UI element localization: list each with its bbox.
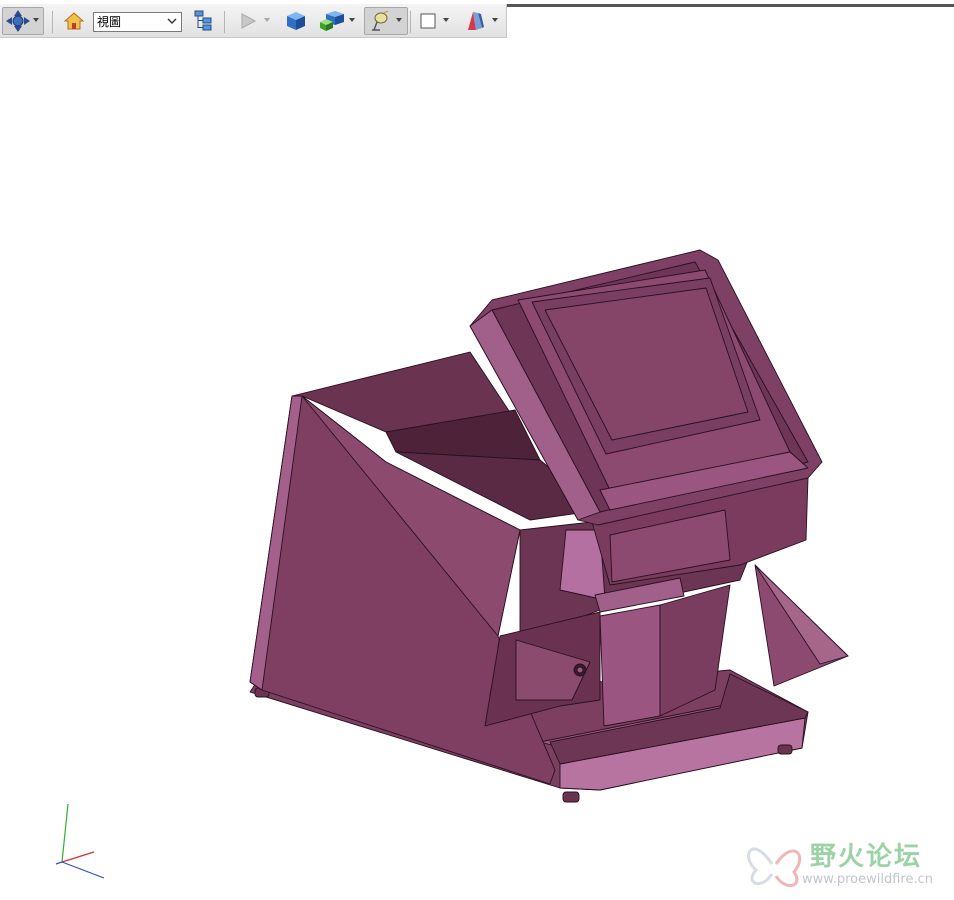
chevron-down-icon xyxy=(167,18,177,24)
stand-column xyxy=(599,604,661,727)
toolbar-separator xyxy=(410,11,411,33)
shading-button[interactable] xyxy=(284,7,308,35)
background-dropdown-caret[interactable] xyxy=(443,18,449,22)
display-style-button[interactable] xyxy=(318,7,346,35)
toolbar-separator xyxy=(224,11,225,33)
display-square-icon xyxy=(420,13,436,29)
graphics-toolbar: 視圖 xyxy=(0,4,507,38)
window-top-border xyxy=(506,4,954,7)
home-view-button[interactable] xyxy=(62,7,86,35)
move-orient-icon xyxy=(6,10,30,32)
foot xyxy=(562,791,580,803)
appearance-icon xyxy=(468,12,484,30)
lamp-icon xyxy=(372,10,389,31)
coordinate-triad xyxy=(55,803,105,879)
watermark-title: 野火论坛 xyxy=(810,842,923,872)
model-tree-button[interactable] xyxy=(191,7,215,35)
display-style-dropdown-caret[interactable] xyxy=(349,18,355,22)
shaded-cube-icon xyxy=(287,12,305,30)
pos-terminal-model xyxy=(249,249,849,803)
play-button[interactable] xyxy=(236,7,260,35)
background-button[interactable] xyxy=(417,7,439,35)
appearance-button[interactable] xyxy=(463,7,487,35)
foot xyxy=(777,744,793,755)
butterfly-logo-icon xyxy=(747,847,802,887)
saved-view-select[interactable]: 視圖 xyxy=(93,12,182,32)
home-icon xyxy=(64,12,84,30)
play-dropdown-caret[interactable] xyxy=(264,18,270,22)
play-icon xyxy=(241,13,257,29)
assembly-cubes-icon xyxy=(320,11,344,31)
forum-watermark: 野火论坛 www.proewildfire.cn xyxy=(740,832,954,892)
lighting-dropdown-caret[interactable] xyxy=(396,18,402,22)
appearance-dropdown-caret[interactable] xyxy=(492,18,498,22)
watermark-url: www.proewildfire.cn xyxy=(802,872,933,887)
saved-view-value: 視圖 xyxy=(97,15,122,29)
graphics-viewport[interactable] xyxy=(0,40,954,900)
toolbar-separator xyxy=(52,11,53,33)
orient-dropdown-caret[interactable] xyxy=(33,18,39,22)
model-tree-icon xyxy=(194,10,212,31)
cable-port-inner xyxy=(576,666,584,674)
